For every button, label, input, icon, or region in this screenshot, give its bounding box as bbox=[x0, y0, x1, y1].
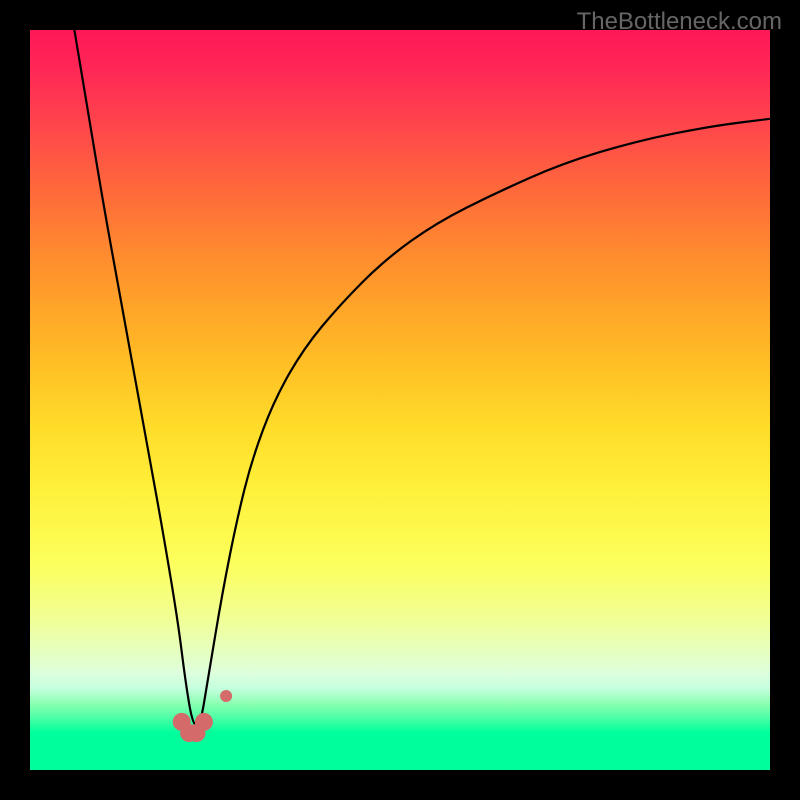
bottleneck-curve-path bbox=[74, 30, 770, 726]
chart-svg-layer bbox=[30, 30, 770, 770]
chart-marker bbox=[220, 690, 232, 702]
chart-marker bbox=[195, 713, 213, 731]
chart-plot-area bbox=[30, 30, 770, 770]
chart-markers-group bbox=[173, 690, 232, 742]
watermark-text: TheBottleneck.com bbox=[577, 8, 782, 36]
